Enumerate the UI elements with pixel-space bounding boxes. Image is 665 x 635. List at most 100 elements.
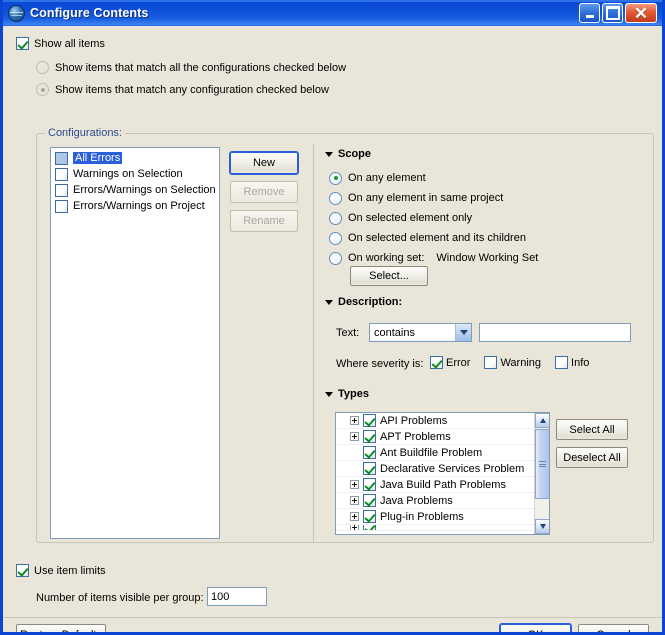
- scope-radio[interactable]: [329, 211, 342, 225]
- configurations-group-label: Configurations:: [45, 127, 125, 139]
- description-text-input[interactable]: [479, 323, 631, 342]
- scope-option-label: On selected element only: [348, 212, 473, 224]
- scrollbar-thumb[interactable]: [535, 429, 549, 499]
- configuration-checkbox[interactable]: [55, 167, 68, 181]
- deselect-all-label: Deselect All: [563, 451, 621, 464]
- severity-checkbox[interactable]: [555, 356, 569, 369]
- description-section-header[interactable]: Description:: [325, 296, 402, 308]
- show-all-items-checkbox[interactable]: [16, 37, 29, 50]
- expand-icon[interactable]: [350, 480, 359, 489]
- types-checkbox[interactable]: [363, 430, 376, 443]
- configuration-list-item[interactable]: Errors/Warnings on Project: [51, 198, 219, 214]
- severity-option[interactable]: Info: [555, 356, 589, 369]
- pane-divider: [313, 144, 314, 542]
- text-operator-value: contains: [374, 326, 415, 339]
- scope-option-row[interactable]: On selected element and its children: [329, 228, 649, 248]
- scope-radio[interactable]: [329, 191, 342, 205]
- severity-option[interactable]: Error: [430, 356, 470, 369]
- types-checkbox[interactable]: [363, 462, 376, 475]
- cancel-label: Cancel: [596, 628, 631, 635]
- types-tree-row-partial[interactable]: [336, 525, 534, 531]
- use-item-limits-row[interactable]: Use item limits: [16, 564, 106, 577]
- scope-option-row[interactable]: On working set: Window Working Set: [329, 248, 649, 268]
- types-row-label: APT Problems: [380, 430, 451, 443]
- severity-option-label: Warning: [500, 356, 542, 369]
- types-checkbox[interactable]: [363, 494, 376, 507]
- scroll-up-icon[interactable]: [535, 413, 549, 428]
- items-per-group-label: Number of items visible per group:: [36, 592, 204, 604]
- severity-option[interactable]: Warning: [484, 356, 541, 369]
- types-checkbox[interactable]: [363, 414, 376, 427]
- items-per-group-input[interactable]: 100: [207, 587, 267, 606]
- types-row-label: Declarative Services Problem: [380, 462, 525, 475]
- types-tree[interactable]: API Problems APT Problems Ant Buildfile Pr…: [335, 412, 550, 535]
- types-tree-row[interactable]: Java Build Path Problems: [336, 477, 534, 493]
- match-any-radio: [36, 83, 49, 96]
- scroll-down-icon[interactable]: [535, 519, 549, 534]
- configuration-label: All Errors: [73, 152, 123, 164]
- severity-checkbox[interactable]: [430, 356, 443, 369]
- select-working-set-button[interactable]: Select...: [350, 266, 428, 286]
- scrollbar-grip: [539, 460, 546, 469]
- chevron-down-icon[interactable]: [455, 324, 471, 341]
- maximize-button[interactable]: [602, 3, 623, 23]
- new-button-label: New: [252, 157, 275, 169]
- scope-option-row[interactable]: On any element in same project: [329, 188, 649, 208]
- select-all-button[interactable]: Select All: [556, 419, 628, 440]
- minimize-button[interactable]: [579, 3, 600, 23]
- close-button[interactable]: ✕: [625, 3, 657, 23]
- types-tree-row[interactable]: APT Problems: [336, 429, 534, 445]
- expand-icon[interactable]: [350, 512, 359, 521]
- configurations-list[interactable]: All Errors Warnings on Selection Errors/Wa…: [50, 147, 220, 539]
- text-operator-combo[interactable]: contains: [369, 323, 472, 342]
- show-all-items-checkbox-row[interactable]: Show all items: [16, 37, 105, 50]
- types-tree-row[interactable]: Plug-in Problems: [336, 509, 534, 525]
- close-icon: ✕: [633, 3, 649, 23]
- severity-option-label: Info: [571, 356, 590, 369]
- scope-option-label: On working set:: [348, 252, 425, 264]
- match-all-radio: [36, 61, 49, 74]
- restore-defaults-button[interactable]: Restore Defaults: [16, 624, 106, 632]
- types-tree-row[interactable]: Java Problems: [336, 493, 534, 509]
- configuration-checkbox[interactable]: [55, 199, 68, 213]
- expand-icon[interactable]: [350, 496, 359, 505]
- types-checkbox[interactable]: [363, 510, 376, 523]
- scope-option-row[interactable]: On selected element only: [329, 208, 649, 228]
- types-checkbox[interactable]: [363, 446, 376, 459]
- deselect-all-button[interactable]: Deselect All: [556, 447, 628, 468]
- expand-icon[interactable]: [350, 525, 359, 530]
- expand-icon[interactable]: [350, 432, 359, 441]
- severity-checkbox[interactable]: [484, 356, 498, 369]
- types-tree-row[interactable]: Ant Buildfile Problem: [336, 445, 534, 461]
- ok-button[interactable]: OK: [500, 624, 571, 635]
- types-section-header[interactable]: Types: [325, 388, 369, 400]
- types-tree-scrollbar[interactable]: [534, 413, 549, 534]
- new-configuration-button[interactable]: New: [230, 152, 298, 174]
- use-item-limits-checkbox[interactable]: [16, 564, 29, 577]
- configuration-checkbox[interactable]: [55, 183, 68, 197]
- types-tree-row[interactable]: Declarative Services Problem: [336, 461, 534, 477]
- severity-label: Where severity is:: [336, 358, 424, 370]
- configuration-list-item[interactable]: Errors/Warnings on Selection: [51, 182, 219, 198]
- title-bar[interactable]: Configure Contents ✕: [3, 0, 662, 26]
- types-checkbox[interactable]: [363, 525, 376, 530]
- scope-radio[interactable]: [329, 251, 342, 265]
- working-set-name: Window Working Set: [436, 252, 539, 264]
- window-title: Configure Contents: [30, 6, 149, 20]
- use-item-limits-label: Use item limits: [34, 564, 106, 577]
- remove-button-label: Remove: [243, 186, 285, 198]
- configuration-list-item[interactable]: Warnings on Selection: [51, 166, 219, 182]
- scope-radio[interactable]: [329, 171, 342, 185]
- configuration-checkbox[interactable]: [55, 151, 68, 165]
- scope-options: On any element On any element in same pro…: [329, 168, 649, 268]
- types-tree-row[interactable]: API Problems: [336, 413, 534, 429]
- scope-radio[interactable]: [329, 231, 342, 245]
- configuration-list-item[interactable]: All Errors: [51, 150, 219, 166]
- ok-label: OK: [527, 628, 544, 635]
- expand-icon[interactable]: [350, 416, 359, 425]
- rename-configuration-button: Rename: [230, 210, 298, 232]
- scope-section-header[interactable]: Scope: [325, 148, 371, 160]
- types-checkbox[interactable]: [363, 478, 376, 491]
- scope-option-row[interactable]: On any element: [329, 168, 649, 188]
- cancel-button[interactable]: Cancel: [578, 624, 649, 635]
